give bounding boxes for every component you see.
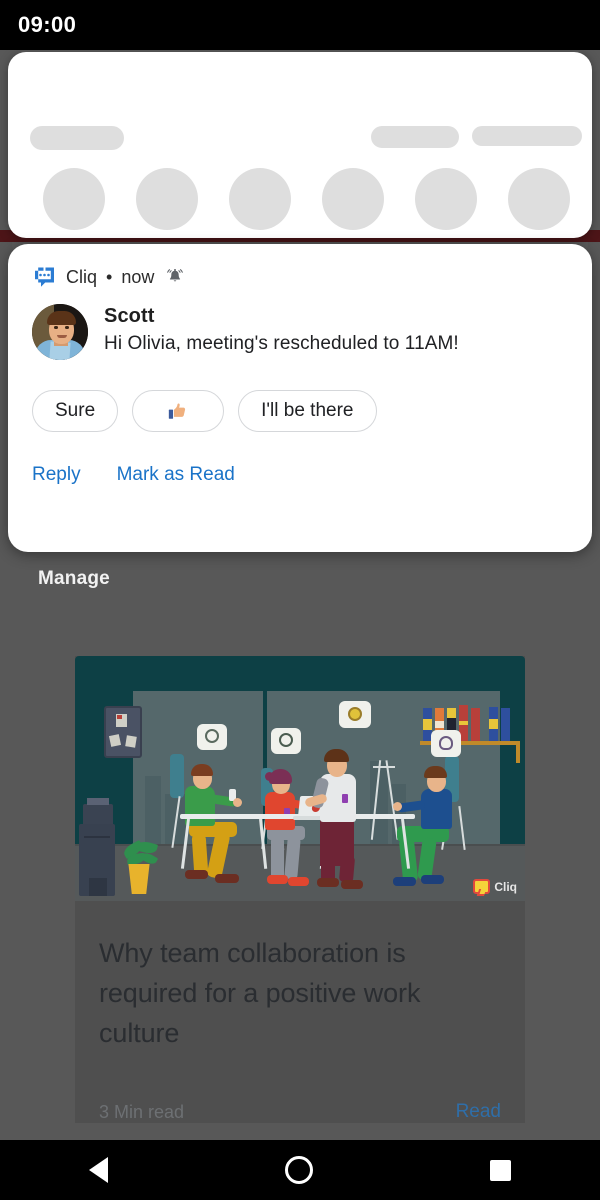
article-title: Why team collaboration is required for a…	[99, 938, 421, 1048]
thumbs-up-emoji	[167, 400, 189, 422]
person-b-shin	[271, 837, 284, 879]
skeleton-tile[interactable]	[43, 168, 105, 230]
person-c-shoe	[317, 878, 339, 887]
back-triangle-icon[interactable]	[88, 1157, 108, 1183]
home-circle-icon[interactable]	[284, 1156, 313, 1184]
skeleton-tile[interactable]	[229, 168, 291, 230]
person-a-shoe	[215, 874, 239, 883]
mark-as-read-action-button[interactable]: Mark as Read	[117, 464, 235, 486]
notification-sender: Scott	[104, 305, 155, 327]
book	[489, 707, 498, 741]
android-nav-bar	[0, 1140, 600, 1200]
cabinet-leg	[89, 878, 107, 896]
printer-icon	[83, 798, 113, 826]
notification-actions: Reply Mark as Read	[32, 464, 568, 486]
quick-settings-panel[interactable]	[8, 52, 592, 268]
skeleton-tile[interactable]	[322, 168, 384, 230]
smart-reply-chip-sure[interactable]: Sure	[32, 390, 119, 432]
person-c-hair	[324, 749, 349, 762]
bell-ringing-icon	[165, 267, 185, 287]
person-a-shoe	[185, 870, 208, 879]
easel-bar	[373, 766, 395, 768]
phone-screen: Manage Cliq Why team collaboration is re…	[0, 0, 600, 1200]
smart-reply-chip-ill-be-there[interactable]: I'll be there	[238, 390, 377, 432]
notification-text-block: Scott Hi Olivia, meeting's rescheduled t…	[104, 304, 459, 360]
pinboard-icon	[104, 706, 142, 758]
reply-action-button[interactable]: Reply	[32, 464, 81, 486]
status-bar-clock: 09:00	[18, 12, 77, 37]
avatar	[32, 304, 88, 360]
cliq-watermark-label: Cliq	[494, 879, 517, 894]
person-d-hand	[393, 802, 402, 811]
book	[471, 708, 480, 741]
person-c-badge	[342, 794, 348, 803]
skeleton-bar	[472, 126, 582, 146]
person-d-body	[421, 789, 452, 829]
skeleton-bar	[371, 126, 459, 148]
person-c-shoe	[341, 880, 363, 889]
recents-square-icon[interactable]	[490, 1159, 512, 1181]
person-a-hand	[233, 798, 242, 807]
person-d-shoe	[393, 877, 416, 886]
person-b-body	[265, 792, 295, 830]
cliq-logo-icon	[473, 879, 491, 894]
article-illustration: Cliq	[75, 656, 525, 901]
article-body: Why team collaboration is required for a…	[75, 901, 525, 1053]
book	[501, 708, 510, 741]
bookshelf-arm	[516, 741, 520, 763]
manage-button[interactable]: Manage	[38, 568, 110, 590]
thought-bubble-icon	[339, 701, 371, 728]
person-b-shoe	[288, 877, 309, 886]
status-bar: 09:00	[0, 0, 600, 50]
skyline-shape	[145, 776, 161, 844]
article-card[interactable]: Cliq Why team collaboration is required …	[75, 656, 525, 1123]
skeleton-tile[interactable]	[415, 168, 477, 230]
skeleton-tile[interactable]	[508, 168, 570, 230]
notification-body-text: Hi Olivia, meeting's rescheduled to 11AM…	[104, 333, 459, 354]
person-a-hair	[191, 764, 213, 776]
article-read-time: 3 Min read	[99, 1101, 185, 1122]
smart-reply-chip-thumbs-up[interactable]	[132, 390, 225, 432]
cliq-chat-icon	[32, 265, 57, 289]
notification-header: Cliq • now	[32, 264, 568, 290]
smart-reply-chips: Sure I'll be there	[32, 390, 568, 432]
article-footer: 3 Min read Read	[75, 1053, 525, 1123]
skeleton-tile[interactable]	[136, 168, 198, 230]
notification-message-row: Scott Hi Olivia, meeting's rescheduled t…	[32, 304, 568, 360]
skeleton-bar	[30, 126, 124, 150]
notification-separator: •	[106, 266, 113, 287]
thought-bubble-icon	[271, 728, 301, 754]
notification-app-name: Cliq	[66, 266, 98, 287]
notification-card[interactable]: Cliq • now Scott Hi Olivia, meeting's re…	[8, 244, 592, 552]
thought-bubble-icon	[431, 730, 461, 757]
cliq-watermark: Cliq	[473, 879, 517, 894]
thought-bubble-icon	[197, 724, 227, 750]
person-d-hair	[424, 766, 447, 778]
notification-timestamp: now	[121, 266, 155, 287]
person-d-shoe	[421, 875, 444, 884]
person-b-hair	[269, 769, 292, 784]
person-c-shin	[338, 855, 356, 883]
chair	[170, 754, 184, 798]
article-read-link[interactable]: Read	[456, 1101, 501, 1123]
person-b-shoe	[267, 875, 288, 884]
